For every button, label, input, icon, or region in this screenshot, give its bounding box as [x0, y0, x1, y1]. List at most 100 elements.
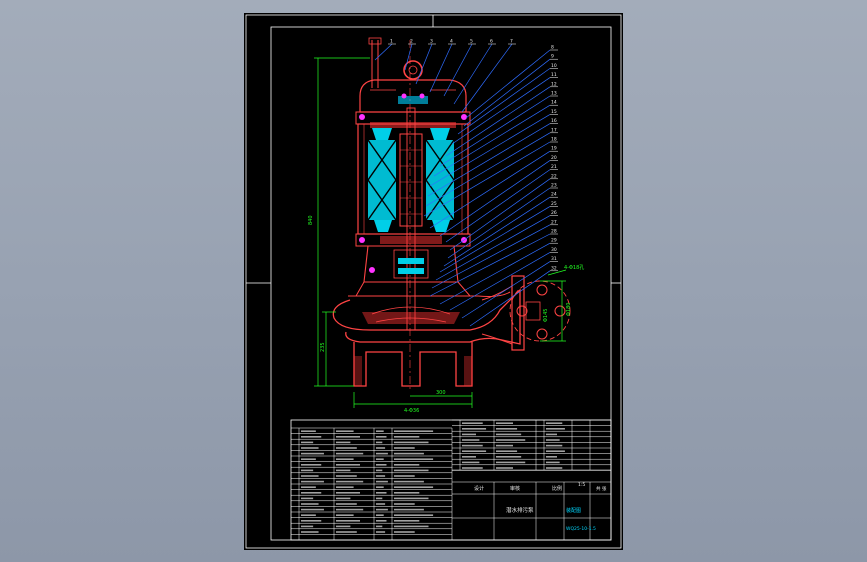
parts-entry-stroke [496, 428, 518, 430]
dim-flange-bolt-circle: Φ180 [566, 303, 572, 316]
drawing-number: WQ25-10-1.5 [566, 526, 596, 532]
parts-entry-stroke [394, 464, 420, 466]
parts-entry-stroke [336, 458, 354, 460]
parts-entry-stroke [301, 469, 314, 472]
scale-value: 1:5 [578, 482, 585, 488]
parts-entry-stroke [546, 439, 560, 441]
balloon-number: 16 [551, 118, 557, 124]
parts-entry-stroke [462, 433, 476, 436]
parts-entry-stroke [376, 520, 387, 522]
scale-label: 比例 [552, 485, 562, 492]
dim-lower-height: 235 [320, 342, 326, 352]
parts-entry-stroke [462, 444, 483, 447]
balloon-number: 7 [510, 39, 513, 45]
parts-entry-stroke [496, 444, 513, 447]
parts-entry-stroke [336, 514, 354, 516]
parts-entry-stroke [336, 452, 364, 455]
parts-entry-stroke [336, 525, 351, 528]
parts-entry-stroke [394, 475, 415, 477]
balloon-number: 20 [551, 155, 557, 161]
balloon-number: 24 [551, 192, 557, 198]
balloon-number: 19 [551, 146, 557, 152]
parts-entry-stroke [496, 456, 522, 458]
parts-entry-stroke [336, 469, 351, 472]
parts-entry-stroke [376, 458, 384, 460]
parts-entry-stroke [462, 461, 480, 464]
parts-entry-stroke [394, 430, 434, 432]
parts-entry-stroke [301, 486, 316, 488]
balloon-number: 22 [551, 173, 557, 179]
company-name: 装配图 [566, 507, 581, 514]
parts-entry-stroke [394, 508, 424, 511]
parts-entry-stroke [301, 436, 322, 438]
balloon-number: 32 [551, 265, 557, 271]
parts-entry-stroke [301, 508, 324, 511]
parts-entry-stroke [546, 467, 563, 469]
parts-entry-stroke [546, 444, 563, 447]
parts-entry-stroke [546, 433, 557, 436]
parts-entry-stroke [394, 452, 424, 455]
parts-entry-stroke [394, 486, 434, 488]
balloon-number: 18 [551, 137, 557, 143]
balloon-number: 3 [430, 39, 433, 45]
balloon-number: 11 [551, 72, 557, 78]
parts-entry-stroke [336, 447, 357, 449]
parts-entry-stroke [301, 452, 324, 455]
parts-entry-stroke [394, 436, 420, 438]
dim-base-offset: 300 [436, 390, 446, 396]
parts-entry-stroke [394, 480, 424, 483]
parts-entry-stroke [301, 531, 319, 533]
parts-entry-stroke [301, 430, 316, 432]
parts-entry-stroke [376, 441, 383, 444]
parts-entry-stroke [336, 520, 360, 522]
parts-entry-stroke [376, 436, 387, 438]
parts-entry-stroke [546, 422, 563, 424]
parts-entry-stroke [301, 525, 314, 528]
parts-entry-stroke [376, 452, 388, 455]
parts-entry-stroke [394, 469, 429, 472]
parts-entry-stroke [496, 433, 522, 436]
parts-entry-stroke [336, 497, 351, 500]
parts-entry-stroke [336, 475, 357, 477]
parts-entry-stroke [462, 422, 483, 424]
parts-entry-stroke [462, 467, 483, 469]
parts-entry-stroke [462, 450, 487, 452]
parts-entry-stroke [546, 428, 565, 430]
parts-entry-stroke [496, 467, 513, 469]
parts-entry-stroke [301, 447, 319, 449]
parts-entry-stroke [376, 514, 384, 516]
parts-entry-stroke [394, 497, 429, 500]
parts-entry-stroke [376, 486, 384, 488]
stator-left [367, 128, 397, 232]
parts-entry-stroke [394, 520, 420, 522]
parts-entry-stroke [301, 497, 314, 500]
parts-entry-stroke [301, 514, 316, 516]
dim-flange-dia: Φ145 [543, 309, 549, 322]
balloon-number: 5 [470, 39, 473, 45]
parts-entry-stroke [546, 461, 560, 464]
parts-entry-stroke [462, 439, 480, 441]
parts-entry-stroke [462, 456, 476, 458]
parts-entry-stroke [394, 503, 415, 505]
parts-entry-stroke [496, 461, 526, 464]
sheet-label: 共 张 [596, 485, 607, 492]
parts-entry-stroke [301, 441, 314, 444]
cad-drawing-viewport[interactable]: 1 2 3 4 5 6 7891011121314151617181920212223242… [0, 0, 867, 562]
balloon-number: 8 [551, 45, 554, 51]
balloon-number: 23 [551, 183, 557, 189]
parts-entry-stroke [462, 428, 487, 430]
dim-flange-callout: 4-Φ18孔 [564, 264, 584, 271]
parts-entry-stroke [376, 503, 386, 505]
balloon-number: 27 [551, 219, 557, 225]
balloon-number: 1 [390, 39, 393, 45]
parts-entry-stroke [336, 486, 354, 488]
parts-entry-stroke [336, 464, 360, 466]
parts-entry-stroke [301, 458, 316, 460]
balloon-number: 4 [450, 39, 453, 45]
parts-entry-stroke [376, 508, 388, 511]
checker-label: 审核 [510, 485, 520, 492]
parts-entry-stroke [376, 497, 383, 500]
parts-entry-stroke [301, 492, 322, 494]
balloon-number: 28 [551, 229, 557, 235]
parts-entry-stroke [301, 503, 319, 505]
